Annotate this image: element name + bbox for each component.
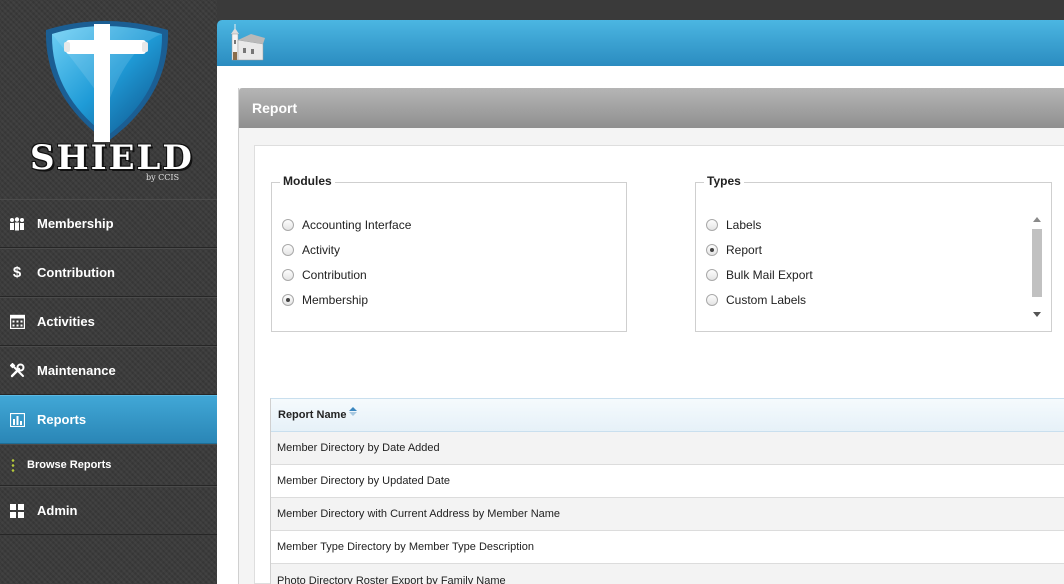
radio-button[interactable] bbox=[282, 219, 294, 231]
sidebar: SHIELD by CCIS Membership $ Contribution bbox=[0, 0, 217, 584]
logo-wordmark: SHIELD bbox=[30, 138, 194, 178]
radio-label: Labels bbox=[726, 218, 762, 232]
module-option-contribution[interactable]: Contribution bbox=[282, 268, 367, 282]
modules-legend: Modules bbox=[280, 174, 335, 188]
nav-label: Activities bbox=[37, 314, 95, 329]
radio-label: Custom Labels bbox=[726, 293, 807, 307]
radio-label: Contribution bbox=[302, 268, 367, 282]
column-header-report-name[interactable]: Report Name bbox=[271, 399, 1064, 432]
nav-item-admin[interactable]: Admin bbox=[0, 486, 217, 535]
dollar-icon: $ bbox=[12, 264, 22, 281]
panel-title: Report bbox=[239, 88, 1064, 128]
radio-button[interactable] bbox=[282, 269, 294, 281]
radio-label: Activity bbox=[302, 243, 341, 257]
table-row[interactable]: Member Directory with Current Address by… bbox=[271, 498, 1064, 531]
scroll-down-icon[interactable] bbox=[1033, 312, 1041, 317]
column-header-label: Report Name bbox=[278, 409, 347, 421]
people-icon bbox=[9, 216, 25, 232]
table-row[interactable]: Member Directory by Date Added bbox=[271, 432, 1064, 465]
nav-item-reports[interactable]: Reports bbox=[0, 395, 217, 444]
nav-label: Membership bbox=[37, 216, 114, 231]
radio-button[interactable] bbox=[706, 219, 718, 231]
report-name-cell: Member Directory by Date Added bbox=[277, 442, 440, 454]
type-option-labels[interactable]: Labels bbox=[706, 218, 761, 232]
radio-button[interactable] bbox=[706, 294, 718, 306]
type-option-bulk-mail-export[interactable]: Bulk Mail Export bbox=[706, 268, 813, 282]
bar-chart-icon bbox=[9, 412, 25, 428]
types-legend: Types bbox=[704, 174, 744, 188]
report-name-cell: Photo Directory Roster Export by Family … bbox=[277, 574, 506, 584]
report-name-cell: Member Directory with Current Address by… bbox=[277, 508, 561, 520]
type-option-report[interactable]: Report bbox=[706, 243, 762, 257]
report-grid: Report Name Member Directory by Date Add… bbox=[270, 398, 1064, 584]
nav-item-activities[interactable]: Activities bbox=[0, 297, 217, 346]
church-icon bbox=[231, 24, 265, 61]
report-name-cell: Member Directory by Updated Date bbox=[277, 475, 451, 487]
radio-button[interactable] bbox=[706, 269, 718, 281]
nav-item-browse-reports[interactable]: Browse Reports bbox=[0, 444, 217, 486]
radio-label: Bulk Mail Export bbox=[726, 268, 813, 282]
radio-label: Membership bbox=[302, 293, 369, 307]
radio-button-selected[interactable] bbox=[706, 244, 718, 256]
sort-ascending-icon[interactable] bbox=[349, 407, 358, 417]
types-scrollbar[interactable] bbox=[1031, 213, 1043, 321]
nav-label: Reports bbox=[37, 412, 87, 427]
nav-item-maintenance[interactable]: Maintenance bbox=[0, 346, 217, 395]
panel-body: Modules Accounting Interface Activity Co… bbox=[254, 145, 1064, 584]
table-row[interactable]: Photo Directory Roster Export by Family … bbox=[271, 564, 1064, 584]
table-row[interactable]: Member Type Directory by Member Type Des… bbox=[271, 531, 1064, 564]
logo-subtitle: by CCIS bbox=[146, 173, 180, 182]
main-nav: Membership $ Contribution Activities Mai… bbox=[0, 199, 217, 535]
module-option-membership[interactable]: Membership bbox=[282, 293, 368, 307]
shield-logo-icon bbox=[45, 21, 169, 142]
type-option-custom-labels[interactable]: Custom Labels bbox=[706, 293, 806, 307]
radio-button-selected[interactable] bbox=[282, 294, 294, 306]
logo: SHIELD by CCIS bbox=[0, 0, 217, 198]
top-bar bbox=[217, 20, 1064, 66]
radio-label: Accounting Interface bbox=[302, 218, 412, 232]
nav-item-contribution[interactable]: $ Contribution bbox=[0, 248, 217, 297]
bullet-dots-icon bbox=[11, 458, 15, 472]
report-name-cell: Member Type Directory by Member Type Des… bbox=[277, 541, 534, 553]
report-panel: Report Modules Accounting Interface Acti… bbox=[238, 88, 1064, 584]
grid-icon bbox=[9, 503, 25, 519]
module-option-activity[interactable]: Activity bbox=[282, 243, 340, 257]
main-area: Report Modules Accounting Interface Acti… bbox=[217, 0, 1064, 584]
tools-icon bbox=[9, 363, 25, 379]
nav-label: Contribution bbox=[37, 265, 115, 280]
nav-sub-label: Browse Reports bbox=[27, 459, 112, 471]
calendar-icon bbox=[9, 314, 25, 330]
modules-group: Modules Accounting Interface Activity Co… bbox=[271, 174, 627, 332]
nav-item-membership[interactable]: Membership bbox=[0, 199, 217, 248]
radio-button[interactable] bbox=[282, 244, 294, 256]
nav-label: Maintenance bbox=[37, 363, 116, 378]
types-group: Types Labels Report Bulk Mail Export Cus… bbox=[695, 174, 1052, 332]
scroll-thumb[interactable] bbox=[1032, 229, 1042, 297]
table-row[interactable]: Member Directory by Updated Date bbox=[271, 465, 1064, 498]
nav-label: Admin bbox=[37, 503, 78, 518]
module-option-accounting-interface[interactable]: Accounting Interface bbox=[282, 218, 411, 232]
scroll-up-icon[interactable] bbox=[1033, 217, 1041, 222]
radio-label: Report bbox=[726, 243, 763, 257]
